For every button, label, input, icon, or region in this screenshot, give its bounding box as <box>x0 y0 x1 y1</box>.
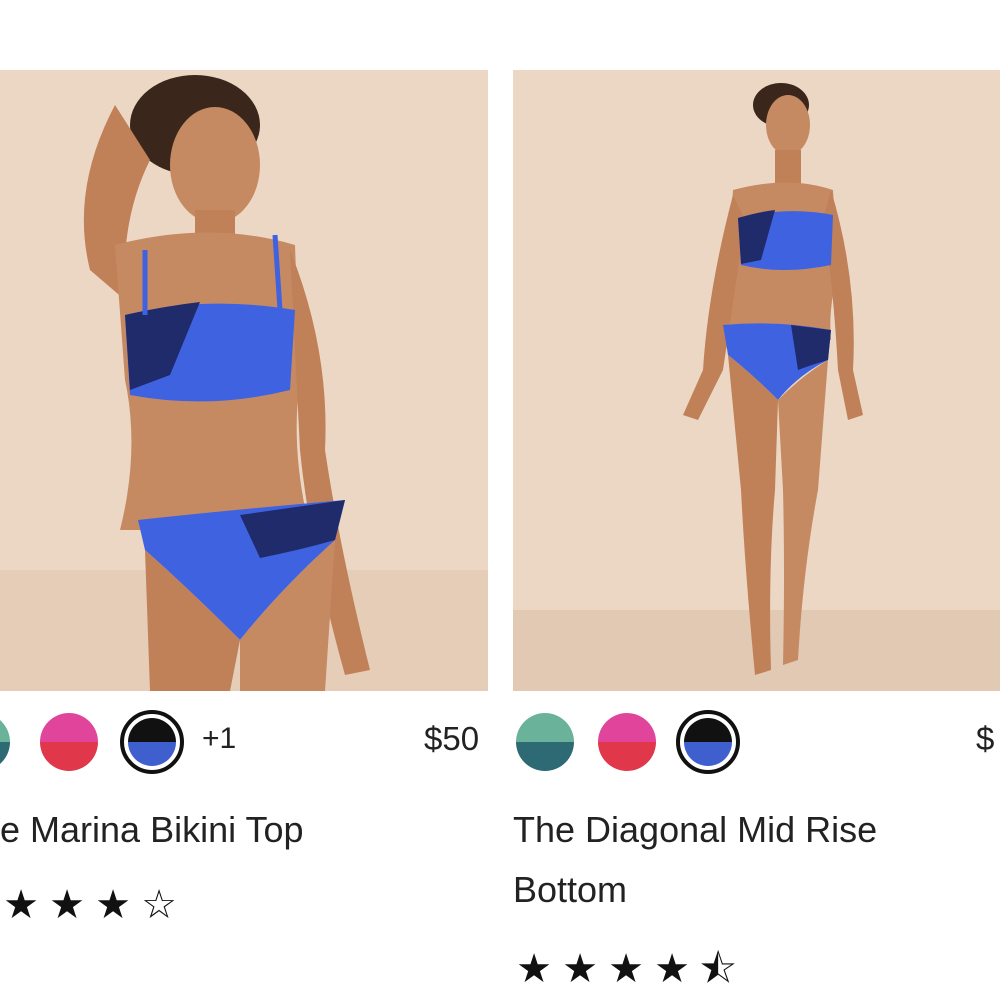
product-card-diagonal-mid-rise-bottom[interactable]: $ The Diagonal Mid Rise Bottom ★ ★ ★ ★ ⯪ <box>513 70 1000 991</box>
product-image[interactable] <box>0 70 488 691</box>
product-image[interactable] <box>513 70 1000 691</box>
product-title-line-2: Bottom <box>513 869 628 910</box>
swatch-teal[interactable] <box>516 713 574 771</box>
product-grid: +1 $50 e Marina Bikini Top ★ ★ ★ ☆ $ The… <box>0 0 1000 1000</box>
product-title-link[interactable]: e Marina Bikini Top <box>0 800 304 860</box>
product-card-marina-bikini-top[interactable]: +1 $50 e Marina Bikini Top ★ ★ ★ ☆ <box>0 70 488 927</box>
star-half-icon: ⯪ <box>699 947 741 991</box>
star-full-icon: ★ <box>608 947 648 991</box>
swatch-black-blue-selected[interactable] <box>120 710 184 774</box>
color-swatches: $ <box>513 710 1000 776</box>
color-swatches: +1 $50 <box>0 710 488 776</box>
star-empty-icon: ☆ <box>141 883 181 927</box>
rating-stars: ★ ★ ★ ★ ⯪ <box>513 940 743 1000</box>
product-price: $50 <box>424 720 480 757</box>
star-full-icon: ★ <box>654 947 694 991</box>
star-full-icon: ★ <box>49 883 89 927</box>
swatch-black-blue-selected[interactable] <box>676 710 740 774</box>
star-full-icon: ★ <box>95 883 135 927</box>
swatch-pink-red[interactable] <box>598 713 656 771</box>
star-full-icon: ★ <box>516 947 556 991</box>
product-title: e Marina Bikini Top <box>0 809 304 850</box>
rating-stars: ★ ★ ★ ☆ <box>0 882 184 928</box>
product-title-line-1: The Diagonal Mid Rise <box>513 809 878 850</box>
swatch-pink-red[interactable] <box>40 713 98 771</box>
product-title-link[interactable]: The Diagonal Mid Rise Bottom <box>513 800 877 920</box>
star-full-icon: ★ <box>3 883 43 927</box>
star-full-icon: ★ <box>562 947 602 991</box>
model-photo <box>0 70 488 691</box>
product-price: $ <box>976 720 995 757</box>
more-colors-count[interactable]: +1 <box>202 722 236 756</box>
swatch-teal[interactable] <box>0 713 10 771</box>
model-photo <box>513 70 1000 691</box>
